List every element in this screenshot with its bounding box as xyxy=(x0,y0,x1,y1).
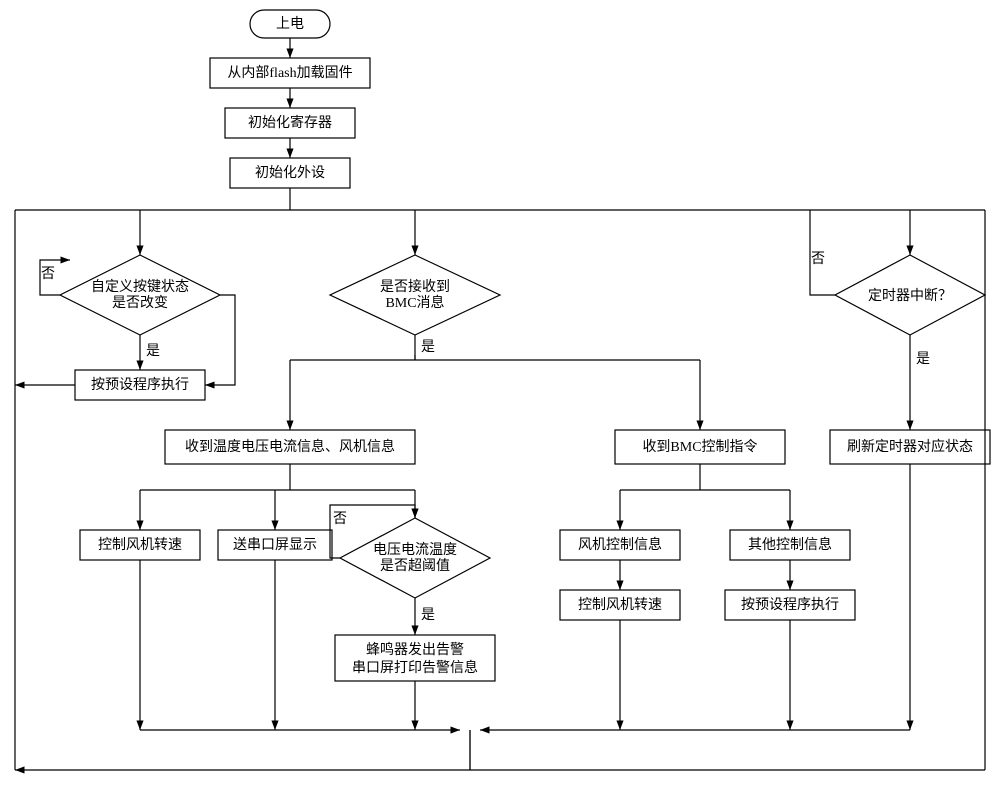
label-initReg: 初始化寄存器 xyxy=(248,114,332,131)
label-start: 上电 xyxy=(276,16,304,32)
label-load: 从内部flash加载固件 xyxy=(227,65,352,81)
node-dThresh: 电压电流温度 是否超阈值 xyxy=(340,518,490,598)
label-fanSpeed1: 控制风机转速 xyxy=(98,537,182,553)
label-yes-thresh: 是 xyxy=(421,608,435,623)
node-refresh: 刷新定时器对应状态 xyxy=(830,430,990,464)
label-dKey1: 自定义按键状态 xyxy=(91,279,189,295)
label-alarm2: 串口屏打印告警信息 xyxy=(352,659,478,676)
label-sendLcd: 送串口屏显示 xyxy=(233,537,317,553)
label-yes-bmc: 是 xyxy=(421,340,435,355)
label-dBmc1: 是否接收到 xyxy=(380,278,450,295)
node-sendLcd: 送串口屏显示 xyxy=(218,530,332,560)
label-dKey2: 是否改变 xyxy=(112,295,168,311)
label-no-thresh: 否 xyxy=(333,512,347,527)
node-fanInfo: 风机控制信息 xyxy=(560,530,680,560)
label-otherInfo: 其他控制信息 xyxy=(748,536,832,553)
node-dKey: 自定义按键状态 是否改变 xyxy=(60,255,220,335)
node-recvBmc: 收到BMC控制指令 xyxy=(615,430,785,464)
label-no-timer: 否 xyxy=(811,252,825,267)
node-alarm: 蜂鸣器发出告警 串口屏打印告警信息 xyxy=(335,635,495,681)
label-execKey: 按预设程序执行 xyxy=(91,377,189,393)
flowchart: 上电 从内部flash加载固件 初始化寄存器 初始化外设 自定义按键状态 是否改… xyxy=(0,0,1000,802)
label-recvBmc: 收到BMC控制指令 xyxy=(642,439,757,455)
label-dThresh1: 电压电流温度 xyxy=(373,542,457,558)
node-fanSpeed2: 控制风机转速 xyxy=(560,590,680,620)
node-initReg: 初始化寄存器 xyxy=(225,108,355,138)
label-dTimer: 定时器中断？ xyxy=(868,288,952,304)
node-initPeri: 初始化外设 xyxy=(230,158,350,188)
node-start: 上电 xyxy=(250,10,330,38)
label-recvTemp: 收到温度电压电流信息、风机信息 xyxy=(185,438,395,455)
node-fanSpeed1: 控制风机转速 xyxy=(80,530,200,560)
label-yes-timer: 是 xyxy=(916,352,930,367)
label-fanSpeed2: 控制风机转速 xyxy=(578,597,662,613)
label-initPeri: 初始化外设 xyxy=(255,164,325,181)
node-execOther: 按预设程序执行 xyxy=(725,590,855,620)
label-dBmc2: BMC消息 xyxy=(385,294,444,311)
node-recvTemp: 收到温度电压电流信息、风机信息 xyxy=(165,430,415,464)
label-fanInfo: 风机控制信息 xyxy=(578,536,662,553)
label-execOther: 按预设程序执行 xyxy=(741,597,839,613)
node-execKey: 按预设程序执行 xyxy=(75,370,205,400)
node-dBmc: 是否接收到 BMC消息 xyxy=(330,255,500,335)
node-dTimer: 定时器中断？ xyxy=(835,255,985,335)
label-dThresh2: 是否超阈值 xyxy=(380,558,450,574)
node-load: 从内部flash加载固件 xyxy=(210,58,370,88)
label-alarm1: 蜂鸣器发出告警 xyxy=(366,641,464,658)
node-otherInfo: 其他控制信息 xyxy=(730,530,850,560)
label-yes-key: 是 xyxy=(146,344,160,359)
label-refresh: 刷新定时器对应状态 xyxy=(847,438,973,455)
label-no-key: 否 xyxy=(41,267,55,282)
